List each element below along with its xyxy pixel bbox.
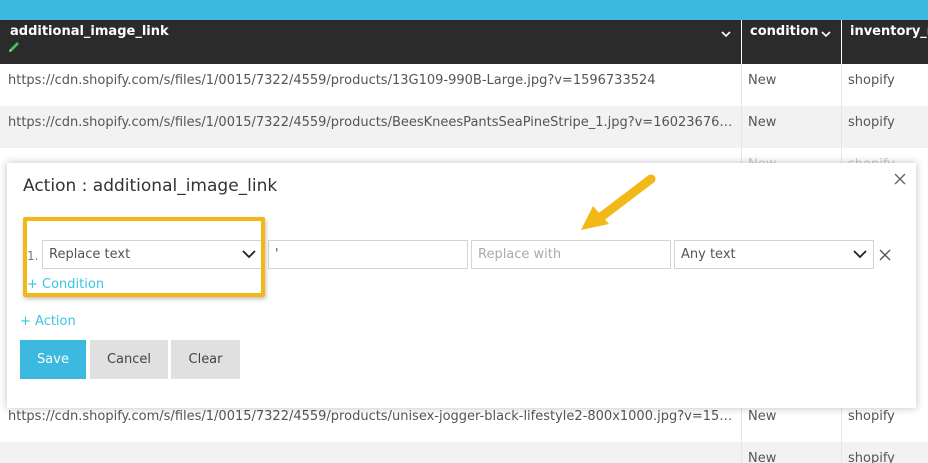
action-type-select[interactable]: Replace text <box>42 240 263 269</box>
cell-condition[interactable]: New <box>742 442 842 463</box>
clear-button[interactable]: Clear <box>171 340 240 379</box>
add-condition-link[interactable]: + Condition <box>27 277 104 292</box>
action-dialog: Action : additional_image_link 1. Replac… <box>7 163 916 408</box>
column-label: additional_image_link <box>10 24 169 39</box>
cell-inventory[interactable]: shopify <box>842 64 928 106</box>
cell-condition[interactable]: New <box>742 64 842 106</box>
cell-image-link[interactable] <box>2 442 742 463</box>
table-header: additional_image_link condition inventor… <box>0 20 928 64</box>
close-icon[interactable] <box>892 171 908 187</box>
match-type-value: Any text <box>681 247 736 262</box>
chevron-down-icon[interactable] <box>721 31 731 38</box>
chevron-down-icon[interactable] <box>821 31 831 38</box>
table-row[interactable]: New shopify <box>0 442 928 463</box>
column-header-condition[interactable]: condition <box>742 20 842 64</box>
dialog-title: Action : additional_image_link <box>23 176 278 196</box>
column-header-additional-image-link[interactable]: additional_image_link <box>2 20 742 64</box>
cancel-button[interactable]: Cancel <box>90 340 168 379</box>
column-label: inventory_m... <box>850 24 928 39</box>
chevron-down-icon <box>853 250 867 259</box>
save-button[interactable]: Save <box>20 340 86 379</box>
action-row-number: 1. <box>27 249 39 263</box>
column-label: condition <box>750 24 819 39</box>
find-text-input[interactable]: ' <box>268 240 468 269</box>
table-row[interactable]: https://cdn.shopify.com/s/files/1/0015/7… <box>0 106 928 148</box>
cell-condition[interactable]: New <box>742 106 842 148</box>
action-type-value: Replace text <box>49 247 131 262</box>
cell-inventory[interactable]: shopify <box>842 106 928 148</box>
top-accent-bar <box>0 0 928 20</box>
chevron-down-icon <box>242 250 256 259</box>
match-type-select[interactable]: Any text <box>674 240 874 269</box>
column-header-inventory[interactable]: inventory_m... <box>842 20 928 64</box>
replace-with-input[interactable]: Replace with <box>471 240 671 269</box>
close-icon[interactable] <box>878 248 892 262</box>
cell-inventory[interactable]: shopify <box>842 442 928 463</box>
cell-image-link[interactable]: https://cdn.shopify.com/s/files/1/0015/7… <box>2 64 742 106</box>
cell-image-link[interactable]: https://cdn.shopify.com/s/files/1/0015/7… <box>2 106 742 148</box>
table-row[interactable]: https://cdn.shopify.com/s/files/1/0015/7… <box>0 64 928 106</box>
add-action-link[interactable]: + Action <box>20 314 76 329</box>
pencil-icon[interactable] <box>7 40 21 54</box>
